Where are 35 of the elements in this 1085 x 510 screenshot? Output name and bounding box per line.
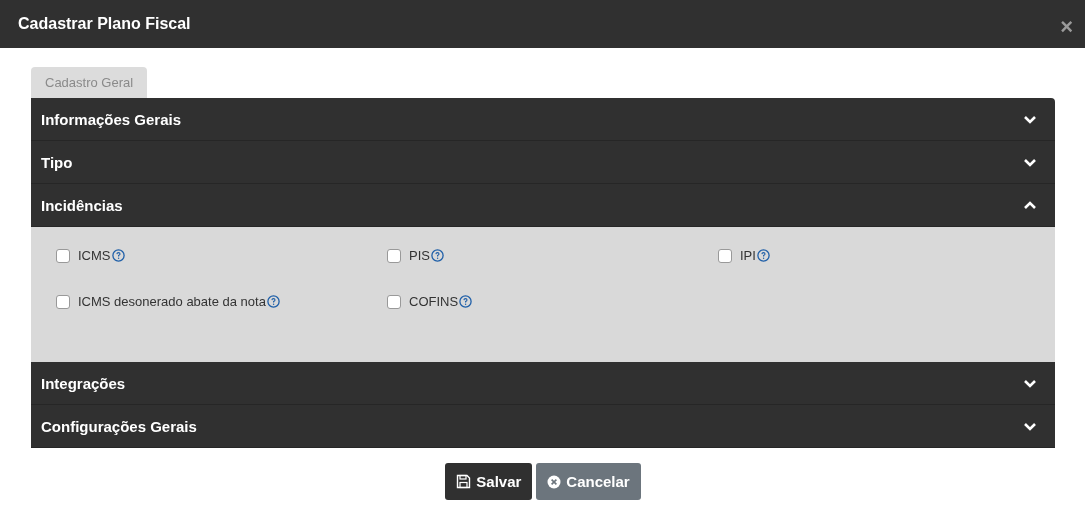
checkbox-label: ICMS desonerado abate da nota bbox=[78, 294, 266, 309]
checkbox[interactable] bbox=[718, 249, 732, 263]
checkbox[interactable] bbox=[56, 295, 70, 309]
accordion-header[interactable]: Informações Gerais bbox=[31, 98, 1055, 141]
checkbox[interactable] bbox=[387, 295, 401, 309]
help-icon[interactable] bbox=[459, 295, 473, 308]
close-button[interactable]: × bbox=[1060, 14, 1073, 40]
section-title: Integrações bbox=[41, 374, 126, 392]
help-icon[interactable] bbox=[430, 249, 444, 262]
accordion-header[interactable]: Configurações Gerais bbox=[31, 405, 1055, 448]
help-icon[interactable] bbox=[111, 249, 125, 262]
checkbox[interactable] bbox=[56, 249, 70, 263]
chevron-down-icon bbox=[1023, 378, 1037, 388]
checkbox-label: IPI bbox=[740, 248, 756, 263]
section-title: Informações Gerais bbox=[41, 110, 182, 128]
accordion-header[interactable]: Tipo bbox=[31, 141, 1055, 184]
help-icon[interactable] bbox=[266, 295, 280, 308]
cancel-button[interactable]: Cancelar bbox=[536, 463, 641, 500]
checkbox[interactable] bbox=[387, 249, 401, 263]
section-title: Incidências bbox=[41, 196, 123, 214]
help-icon[interactable] bbox=[756, 249, 770, 262]
checkbox-label: ICMS bbox=[78, 248, 111, 263]
chevron-up-icon bbox=[1023, 200, 1037, 210]
section-title: Configurações Gerais bbox=[41, 417, 197, 435]
dialog-title: Cadastrar Plano Fiscal bbox=[18, 15, 191, 33]
chevron-down-icon bbox=[1023, 114, 1037, 124]
checkbox-label: COFINS bbox=[409, 294, 459, 309]
checkbox-label: PIS bbox=[409, 248, 430, 263]
cancel-circle-icon bbox=[547, 474, 562, 489]
accordion-header[interactable]: Integrações bbox=[31, 362, 1055, 405]
accordion-header[interactable]: Incidências bbox=[31, 184, 1055, 227]
chevron-down-icon bbox=[1023, 157, 1037, 167]
chevron-down-icon bbox=[1023, 421, 1037, 431]
section-title: Tipo bbox=[41, 153, 73, 171]
save-button[interactable]: Salvar bbox=[445, 463, 533, 500]
